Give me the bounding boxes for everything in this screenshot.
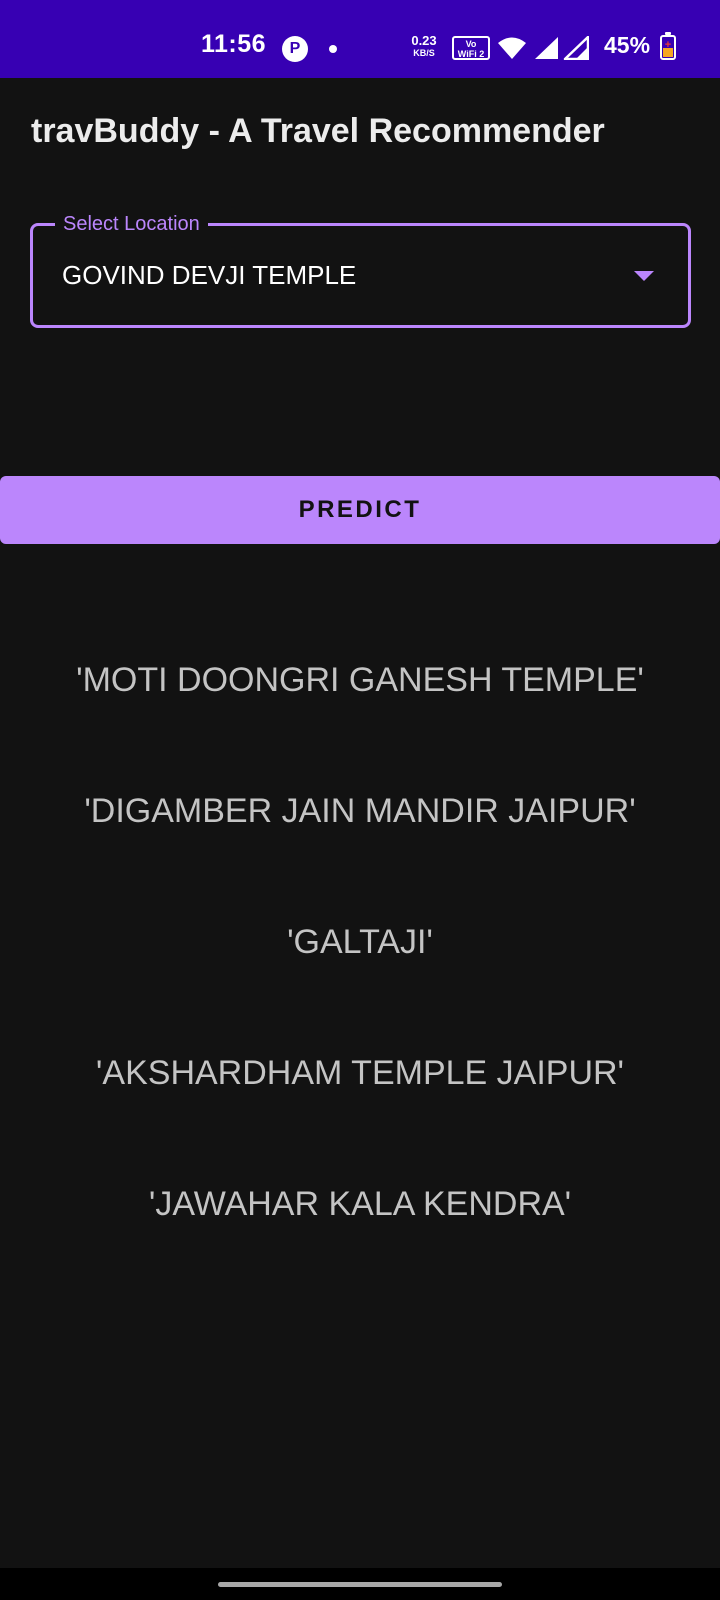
notification-app-icon: P: [282, 36, 308, 62]
location-select-label: Select Location: [55, 211, 208, 237]
app-screen: 11:56 P 0.23 KB/S Vo WiFi 2 45% + travBu…: [0, 0, 720, 1600]
recommendation-item: 'AKSHARDHAM TEMPLE JAIPUR': [95, 1054, 625, 1092]
volte-line-2: WiFi 2: [457, 49, 485, 59]
recommendation-list: 'MOTI DOONGRI GANESH TEMPLE' 'DIGAMBER J…: [0, 640, 720, 1295]
location-select[interactable]: Select Location GOVIND DEVJI TEMPLE: [30, 211, 691, 328]
network-speed-value: 0.23: [411, 33, 437, 48]
signal-icon: [535, 37, 558, 59]
wifi-icon: [498, 37, 526, 59]
network-speed: 0.23 KB/S: [407, 33, 441, 59]
predict-button[interactable]: PREDICT: [0, 476, 720, 544]
status-bar: 11:56 P 0.23 KB/S Vo WiFi 2 45% +: [0, 0, 720, 78]
signal-icon: [563, 36, 589, 60]
dropdown-arrow-icon[interactable]: [634, 271, 654, 281]
recommendation-item: 'MOTI DOONGRI GANESH TEMPLE': [76, 661, 644, 699]
volte-icon: Vo WiFi 2: [452, 36, 490, 60]
network-speed-unit: KB/S: [413, 48, 435, 58]
status-time: 11:56: [201, 30, 267, 58]
volte-line-1: Vo: [465, 39, 477, 49]
home-indicator[interactable]: [218, 1582, 502, 1587]
recommendation-item: 'DIGAMBER JAIN MANDIR JAIPUR': [84, 792, 636, 830]
app-title: travBuddy - A Travel Recommender: [31, 112, 605, 150]
battery-percent: 45%: [604, 32, 651, 58]
recommendation-item: 'GALTAJI': [287, 923, 433, 961]
battery-charging-icon: +: [660, 32, 676, 60]
battery-charge-icon: +: [664, 39, 672, 51]
notification-dot-icon: [329, 45, 337, 53]
location-select-value: GOVIND DEVJI TEMPLE: [62, 260, 357, 290]
navigation-bar: [0, 1568, 720, 1600]
recommendation-item: 'JAWAHAR KALA KENDRA': [148, 1185, 572, 1223]
